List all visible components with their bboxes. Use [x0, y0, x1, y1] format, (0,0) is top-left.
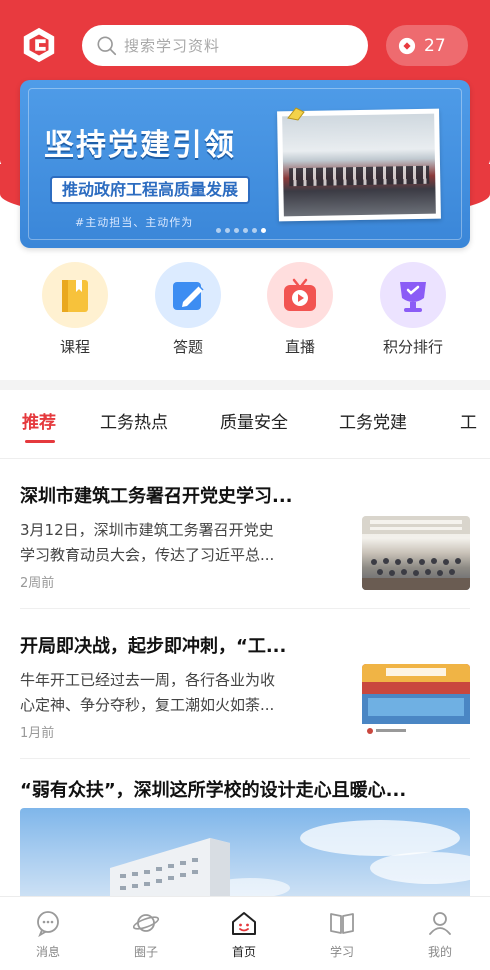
tv-icon — [267, 262, 333, 328]
home-icon — [232, 912, 256, 935]
banner-photo — [277, 108, 441, 222]
category-tabs: 推荐 工务热点 质量安全 工务党建 工 — [0, 400, 490, 450]
points-count: 27 — [424, 35, 446, 56]
tabbar-home[interactable]: 首页 — [214, 909, 274, 960]
article-summary-line: 3月12日，深圳市建筑工务署召开党史 — [20, 521, 274, 539]
tabbar-study[interactable]: 学习 — [312, 909, 372, 960]
article-summary: 牛年开工已经过去一周，各行各业为收 心定神、争分夺秒，复工潮如火如荼... — [20, 668, 345, 718]
person-icon — [429, 912, 451, 935]
quick-action-ranking[interactable]: 积分排行 — [368, 262, 458, 357]
article-item[interactable]: “弱有众扶”，深圳这所学校的设计走心且暖心... — [20, 776, 470, 806]
search-input[interactable]: 搜索学习资料 — [82, 25, 368, 66]
banner-tags: #主动担当、主动作为 — [75, 216, 194, 229]
pencil-icon — [155, 262, 221, 328]
article-item[interactable]: 深圳市建筑工务署召开党史学习... 3月12日，深圳市建筑工务署召开党史 学习教… — [20, 482, 470, 598]
section-separator — [0, 380, 490, 390]
points-badge[interactable]: 27 — [386, 25, 468, 66]
carousel-dot-active — [261, 228, 266, 233]
trophy-icon — [380, 262, 446, 328]
article-summary-line: 心定神、争分夺秒，复工潮如火如荼... — [20, 696, 275, 714]
quick-action-live[interactable]: 直播 — [255, 262, 345, 357]
article-title: “弱有众扶”，深圳这所学校的设计走心且暖心... — [20, 780, 407, 801]
quick-actions: 课程 答题 直播 积分排行 — [0, 262, 490, 372]
active-tab-indicator — [25, 440, 55, 443]
promo-banner[interactable]: 坚持党建引领 推动政府工程高质量发展 #主动担当、主动作为 — [20, 80, 470, 248]
article-thumbnail — [362, 664, 470, 738]
tabbar-label: 我的 — [427, 945, 452, 959]
planet-icon — [132, 914, 160, 932]
chat-icon — [37, 911, 59, 937]
article-title: 开局即决战，起步即冲刺，“工... — [20, 636, 287, 657]
article-divider — [20, 758, 470, 759]
tabbar-label: 学习 — [329, 945, 354, 959]
banner-subheadline: 推动政府工程高质量发展 — [50, 176, 251, 204]
tabbar-messages[interactable]: 消息 — [18, 909, 78, 960]
tab-more[interactable]: 工 — [460, 408, 477, 433]
pushpin-icon — [287, 107, 305, 121]
bottom-tab-bar: 消息 圈子 首页 学习 我的 — [0, 896, 490, 970]
tabbar-label: 首页 — [231, 945, 256, 959]
search-placeholder: 搜索学习资料 — [124, 37, 221, 55]
quick-action-label: 积分排行 — [382, 338, 443, 356]
tab-quality-safety[interactable]: 质量安全 — [220, 408, 288, 433]
carousel-dot — [225, 228, 230, 233]
tab-party-building[interactable]: 工务党建 — [339, 408, 407, 433]
tabbar-circle[interactable]: 圈子 — [116, 909, 176, 960]
carousel-dot — [234, 228, 239, 233]
coin-icon — [398, 37, 416, 54]
search-icon — [97, 35, 117, 55]
carousel-dot — [216, 228, 221, 233]
tab-hot[interactable]: 工务热点 — [100, 408, 168, 433]
article-time: 2周前 — [20, 576, 55, 591]
article-summary-line: 牛年开工已经过去一周，各行各业为收 — [20, 671, 276, 689]
quick-action-label: 答题 — [172, 338, 203, 356]
article-item[interactable]: 开局即决战，起步即冲刺，“工... 牛年开工已经过去一周，各行各业为收 心定神、… — [20, 632, 470, 748]
book-icon — [42, 262, 108, 328]
open-book-icon — [330, 913, 354, 934]
article-thumbnail — [362, 516, 470, 590]
quick-action-label: 直播 — [284, 338, 315, 356]
quick-action-label: 课程 — [59, 338, 90, 356]
quick-action-quiz[interactable]: 答题 — [143, 262, 233, 357]
quick-action-courses[interactable]: 课程 — [30, 262, 120, 357]
carousel-dot — [243, 228, 248, 233]
app-logo-icon — [23, 27, 55, 63]
tabbar-label: 消息 — [35, 945, 60, 959]
article-cover-image — [20, 808, 470, 900]
tab-recommend[interactable]: 推荐 — [22, 408, 56, 433]
banner-headline: 坚持党建引领 — [44, 128, 236, 163]
tabs-divider — [0, 458, 490, 459]
carousel-dot — [252, 228, 257, 233]
carousel-indicator — [216, 228, 266, 233]
article-divider — [20, 608, 470, 609]
tabbar-label: 圈子 — [133, 945, 158, 959]
article-time: 1月前 — [20, 726, 55, 741]
article-title: 深圳市建筑工务署召开党史学习... — [20, 486, 293, 507]
article-summary-line: 学习教育动员大会，传达了习近平总... — [20, 546, 275, 564]
tabbar-profile[interactable]: 我的 — [410, 909, 470, 960]
article-summary: 3月12日，深圳市建筑工务署召开党史 学习教育动员大会，传达了习近平总... — [20, 518, 345, 568]
